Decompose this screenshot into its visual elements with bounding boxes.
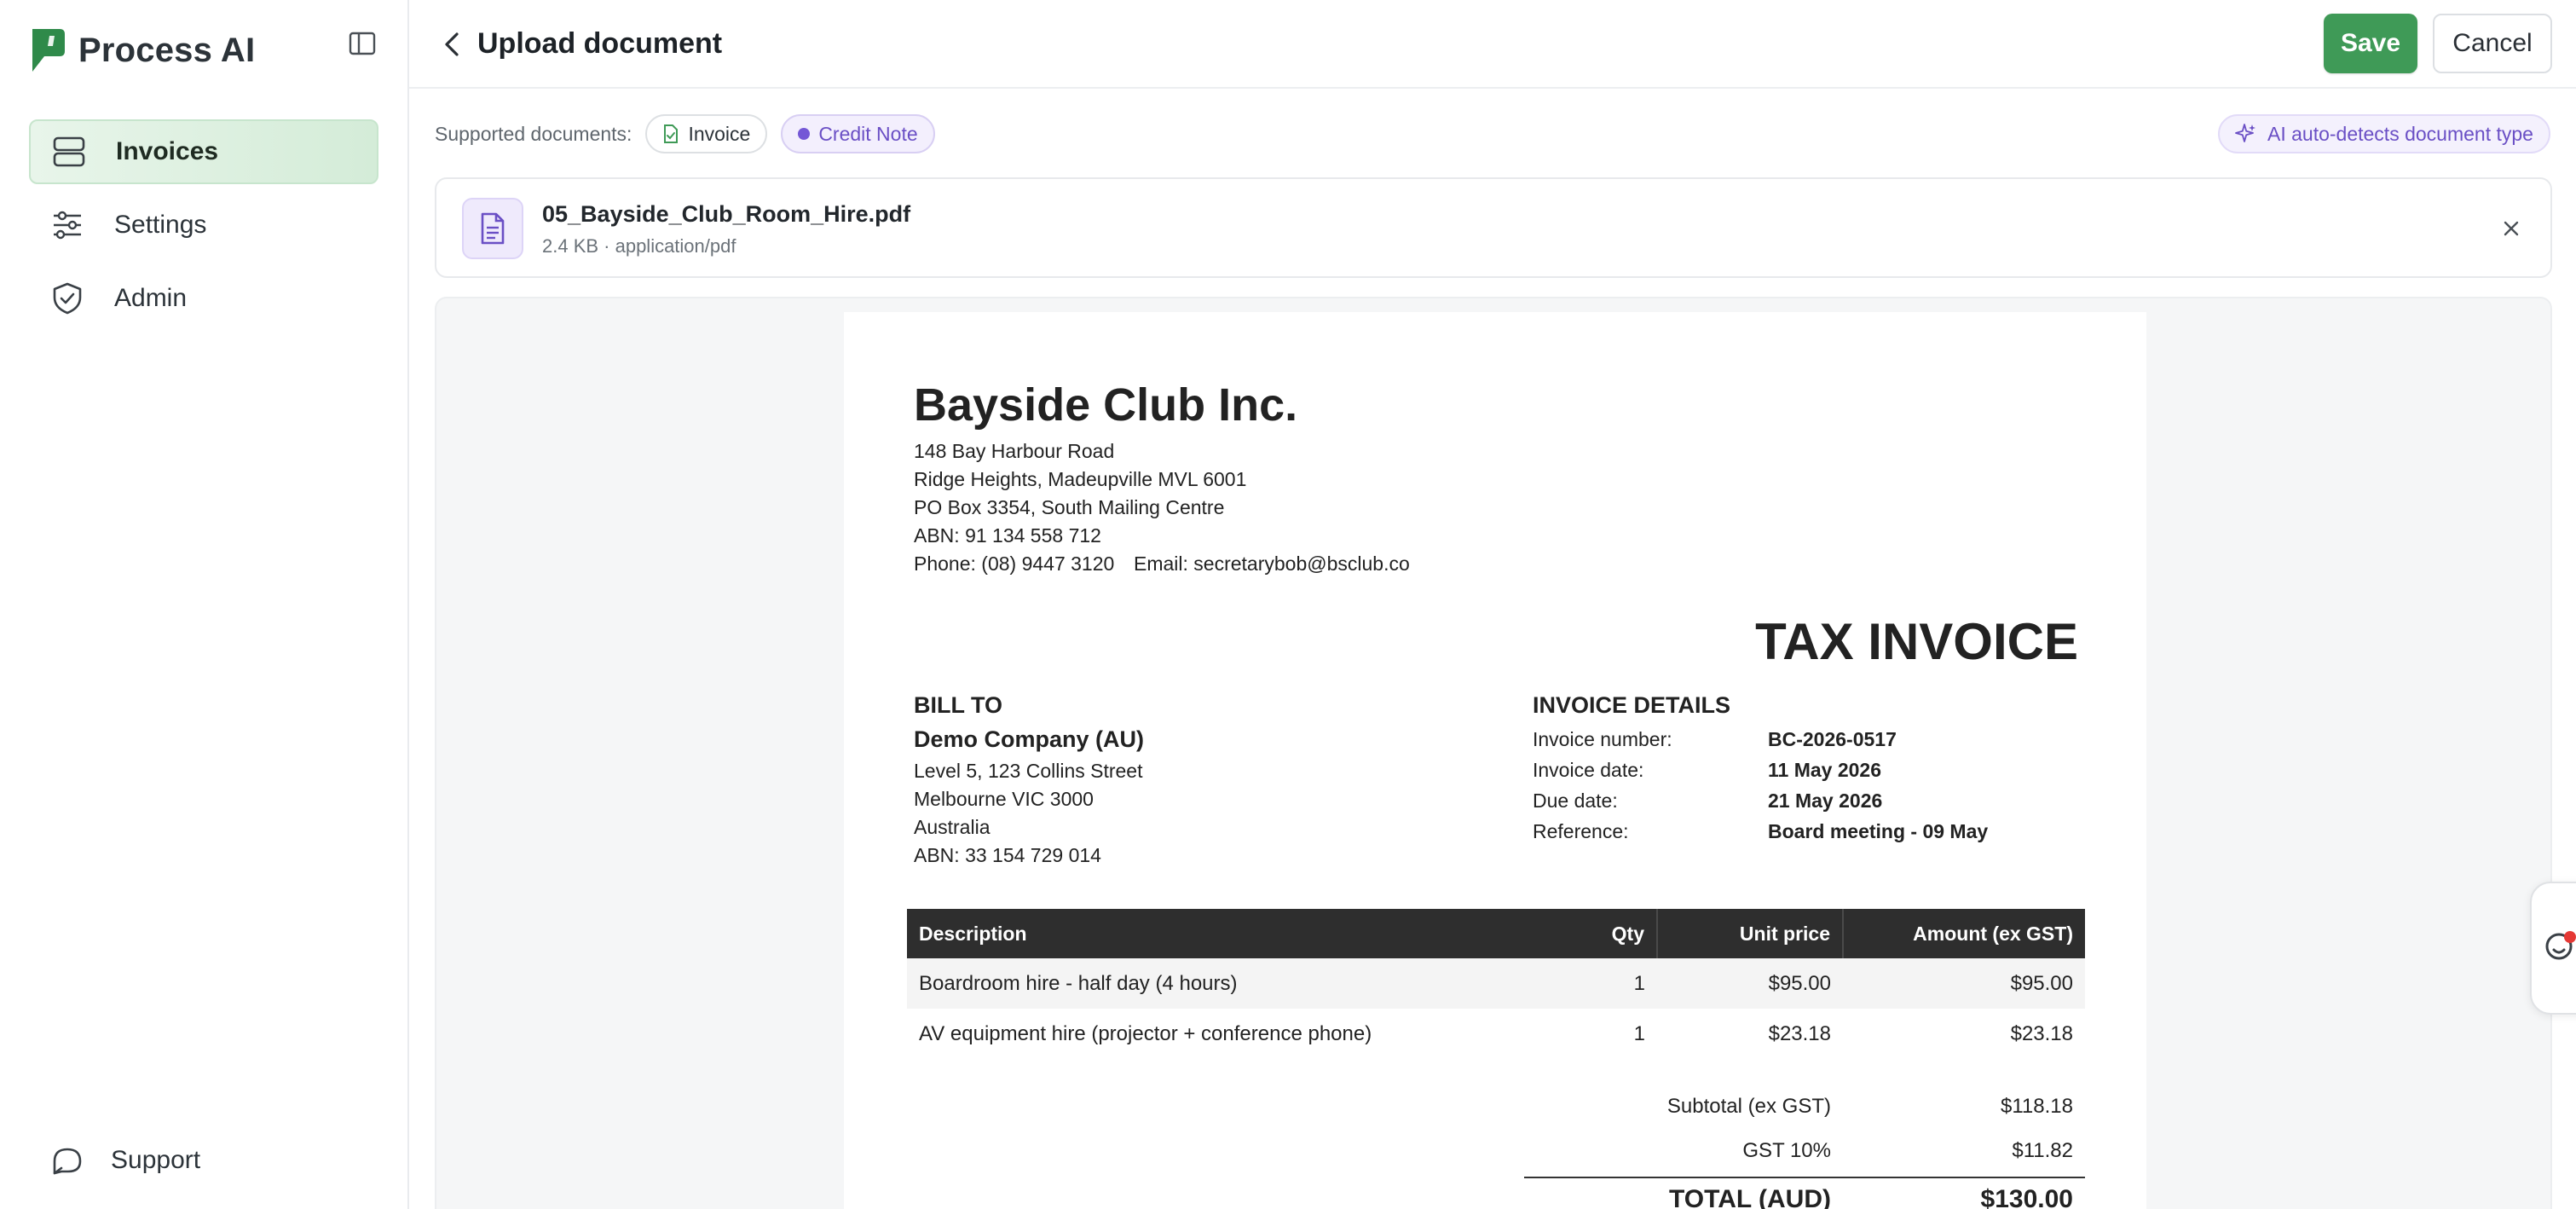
bill-to-abn: ABN: 33 154 729 014: [914, 844, 1101, 866]
company-address-line: PO Box 3354, South Mailing Centre: [914, 496, 1225, 518]
company-address-line: 148 Bay Harbour Road: [914, 440, 1115, 462]
table-cell: 1: [1633, 1021, 1645, 1045]
column-header: Qty: [1572, 909, 1657, 958]
supported-documents-label: Supported documents:: [435, 122, 632, 145]
bill-to-name: Demo Company (AU): [914, 726, 1145, 752]
reference-value: Board meeting - 09 May: [1768, 820, 1989, 842]
document-check-icon: [664, 124, 679, 143]
remove-file-close-icon[interactable]: [2494, 211, 2528, 246]
dot-icon: [798, 128, 811, 140]
table-cell: Boardroom hire - half day (4 hours): [907, 958, 1572, 1009]
subtotal-label: Subtotal (ex GST): [1666, 1095, 1831, 1118]
ai-autodetect-label: AI auto-detects document type: [2267, 122, 2533, 145]
notification-dot: [2564, 931, 2576, 943]
detail-label: Invoice number:: [1533, 728, 1672, 750]
save-button[interactable]: Save: [2324, 14, 2417, 73]
table-cell: 1: [1572, 958, 1657, 1009]
bill-to-line: Level 5, 123 Collins Street: [914, 760, 1143, 782]
page-title: Upload document: [477, 27, 723, 60]
invoice-date-value: 11 May 2026: [1768, 759, 1882, 781]
invoice-number-value: BC-2026-0517: [1768, 728, 1897, 750]
table-cell: $95.00: [1843, 958, 2085, 1009]
invoices-icon: [51, 134, 87, 170]
subtotal-value: $118.18: [2001, 1095, 2073, 1118]
cancel-button[interactable]: Cancel: [2433, 14, 2552, 73]
line-items-table: Description Qty Unit price Amount (ex GS…: [907, 909, 2085, 1059]
sidebar-item-settings[interactable]: Settings: [29, 193, 378, 257]
page-header: Upload document Save Cancel: [409, 0, 2576, 89]
ai-autodetect-badge: AI auto-detects document type: [2218, 114, 2550, 153]
column-header: Amount (ex GST): [1842, 909, 2085, 958]
bill-to-line: Australia: [914, 816, 991, 838]
sidebar-toggle-icon[interactable]: [348, 31, 377, 56]
due-date-value: 21 May 2026: [1768, 790, 1883, 812]
back-chevron-icon[interactable]: [435, 26, 469, 63]
sidebar: Process AI Invoices Settings Admin Suppo…: [0, 0, 409, 1209]
chip-label: Invoice: [688, 122, 751, 145]
support-label: Support: [111, 1146, 201, 1174]
pdf-file-icon: [462, 198, 523, 259]
sidebar-item-label: Admin: [114, 284, 188, 312]
brand[interactable]: Process AI: [29, 26, 255, 75]
total-label: TOTAL (AUD): [1669, 1185, 1831, 1209]
invoice-page: Bayside Club Inc. 148 Bay Harbour Road R…: [844, 312, 2146, 1209]
bill-to-line: Melbourne VIC 3000: [914, 788, 1094, 810]
chip-label: Credit Note: [818, 122, 918, 145]
sparkles-icon: [2235, 124, 2255, 142]
invoice-details-heading: INVOICE DETAILS: [1533, 692, 1731, 718]
total-value: $130.00: [1980, 1185, 2073, 1209]
table-header-row: Description Qty Unit price Amount (ex GS…: [907, 909, 2085, 958]
sliders-icon: [49, 207, 85, 243]
table-cell: AV equipment hire (projector + conferenc…: [919, 1021, 1372, 1045]
help-widget[interactable]: [2530, 882, 2576, 1015]
table-cell: $23.18: [1768, 1021, 1831, 1045]
support-link[interactable]: Support: [49, 1142, 200, 1178]
file-meta: 2.4 KB · application/pdf: [542, 235, 736, 257]
document-preview[interactable]: Bayside Club Inc. 148 Bay Harbour Road R…: [435, 297, 2552, 1209]
shield-check-icon: [49, 281, 85, 316]
sidebar-item-admin[interactable]: Admin: [29, 266, 378, 331]
gst-label: GST 10%: [1742, 1139, 1831, 1162]
supported-documents: Supported documents: Invoice Credit Note: [435, 114, 935, 153]
process-ai-logo: [32, 29, 65, 72]
company-email: Email: secretarybob@bsclub.co: [1134, 552, 1410, 575]
doc-type-chip-credit-note[interactable]: Credit Note: [781, 114, 935, 153]
invoice-company-name: Bayside Club Inc.: [914, 379, 1298, 431]
gst-value: $11.82: [2012, 1139, 2073, 1162]
total-divider: [1524, 1177, 2085, 1178]
support-chat-icon: [49, 1142, 85, 1178]
detail-label: Reference:: [1533, 820, 1629, 842]
sidebar-nav: Invoices Settings Admin: [29, 119, 378, 339]
table-cell: $23.18: [2010, 1021, 2073, 1045]
sidebar-item-label: Settings: [114, 211, 207, 239]
table-cell: $95.00: [1657, 958, 1843, 1009]
uploaded-file-card: 05_Bayside_Club_Room_Hire.pdf 2.4 KB · a…: [435, 177, 2552, 278]
bill-to-heading: BILL TO: [914, 692, 1003, 718]
document-title: TAX INVOICE: [1755, 613, 2078, 670]
column-header: Description: [907, 909, 1572, 958]
company-address-line: Ridge Heights, Madeupville MVL 6001: [914, 468, 1247, 490]
app-name: Process AI: [78, 31, 256, 69]
file-name: 05_Bayside_Club_Room_Hire.pdf: [542, 201, 911, 227]
detail-label: Due date:: [1533, 790, 1618, 812]
table-row: Boardroom hire - half day (4 hours) 1 $9…: [907, 958, 2085, 1009]
sidebar-item-invoices[interactable]: Invoices: [29, 119, 378, 184]
doc-type-chip-invoice[interactable]: Invoice: [645, 114, 768, 153]
company-abn: ABN: 91 134 558 712: [914, 524, 1101, 547]
sidebar-item-label: Invoices: [116, 137, 219, 165]
column-header: Unit price: [1656, 909, 1843, 958]
table-row: AV equipment hire (projector + conferenc…: [907, 1009, 2085, 1059]
company-phone: Phone: (08) 9447 3120: [914, 552, 1115, 575]
detail-label: Invoice date:: [1533, 759, 1644, 781]
